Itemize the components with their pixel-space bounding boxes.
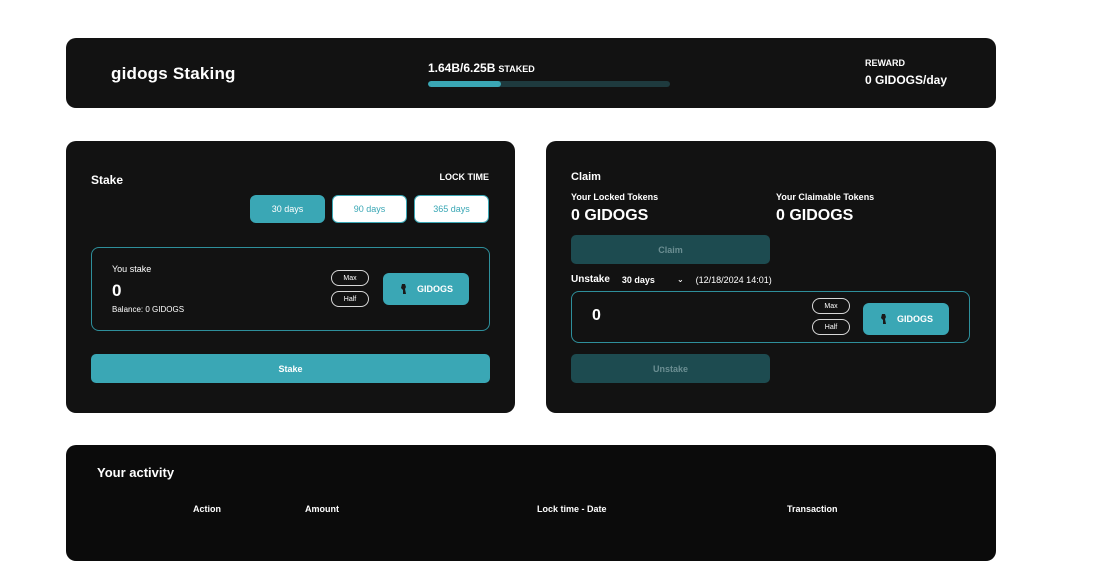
column-header-action: Action — [193, 504, 221, 514]
stake-token-selector[interactable]: GIDOGS — [383, 273, 469, 305]
unstake-button[interactable]: Unstake — [571, 354, 770, 383]
stake-input-box: You stake 0 Balance: 0 GIDOGS Max Half G… — [91, 247, 490, 331]
reward-value: 0 GIDOGS/day — [865, 73, 948, 87]
stake-token-label: GIDOGS — [416, 284, 453, 294]
unstake-token-selector[interactable]: GIDOGS — [863, 303, 949, 335]
unstake-half-button[interactable]: Half — [812, 319, 850, 335]
unstake-date: (12/18/2024 14:01) — [695, 274, 772, 285]
staked-summary: 1.64B/6.25B STAKED — [428, 61, 535, 75]
claimable-tokens-label: Your Claimable Tokens — [776, 192, 875, 202]
reward-label: REWARD — [865, 58, 905, 68]
unstake-input-box: 0 Max Half GIDOGS — [571, 291, 970, 343]
claim-title: Claim — [571, 171, 601, 183]
stake-half-button[interactable]: Half — [331, 291, 369, 307]
locked-tokens-label: Your Locked Tokens — [571, 192, 659, 202]
staked-amount: 1.64B/6.25B — [428, 61, 496, 75]
stake-panel: Stake LOCK TIME 30 days 90 days 365 days… — [66, 141, 515, 413]
activity-panel: Your activity Action Amount Lock time - … — [66, 445, 996, 561]
chevron-down-icon: ⌄ — [676, 275, 684, 284]
lock-option-365-days[interactable]: 365 days — [414, 195, 489, 223]
column-header-transaction: Transaction — [787, 504, 838, 514]
unstake-token-label: GIDOGS — [896, 314, 933, 324]
claimable-tokens-value: 0 GIDOGS — [776, 207, 854, 224]
stake-balance: Balance: 0 GIDOGS — [112, 305, 185, 314]
stake-amount-input[interactable]: 0 — [112, 281, 121, 301]
claim-button[interactable]: Claim — [571, 235, 770, 264]
staked-suffix: STAKED — [498, 64, 535, 74]
unstake-label: Unstake — [571, 274, 610, 285]
lock-option-30-days[interactable]: 30 days — [250, 195, 325, 223]
column-header-amount: Amount — [305, 504, 339, 514]
lock-option-90-days[interactable]: 90 days — [332, 195, 407, 223]
claim-panel: Claim Your Locked Tokens 0 GIDOGS Your C… — [546, 141, 996, 413]
unstake-period-select[interactable]: 30 days ⌄ — [622, 275, 684, 285]
lock-time-label: LOCK TIME — [439, 172, 490, 182]
staked-progress-fill — [428, 81, 501, 87]
gidogs-token-icon — [880, 314, 886, 324]
staked-progress-bar — [428, 81, 670, 87]
gidogs-token-icon — [400, 284, 406, 294]
page-title: gidogs Staking — [111, 64, 236, 83]
unstake-period-value: 30 days — [621, 274, 655, 285]
activity-title: Your activity — [97, 465, 175, 480]
locked-tokens-value: 0 GIDOGS — [571, 207, 649, 224]
stake-title: Stake — [91, 173, 124, 187]
stake-input-label: You stake — [112, 264, 152, 274]
unstake-amount-input[interactable]: 0 — [592, 307, 601, 325]
column-header-lock-time-date: Lock time - Date — [537, 504, 607, 514]
unstake-max-button[interactable]: Max — [812, 298, 850, 314]
stake-button[interactable]: Stake — [91, 354, 490, 383]
stake-max-button[interactable]: Max — [331, 270, 369, 286]
unstake-row: Unstake 30 days ⌄ (12/18/2024 14:01) — [571, 274, 772, 285]
staking-header: gidogs Staking 1.64B/6.25B STAKED REWARD … — [66, 38, 996, 108]
